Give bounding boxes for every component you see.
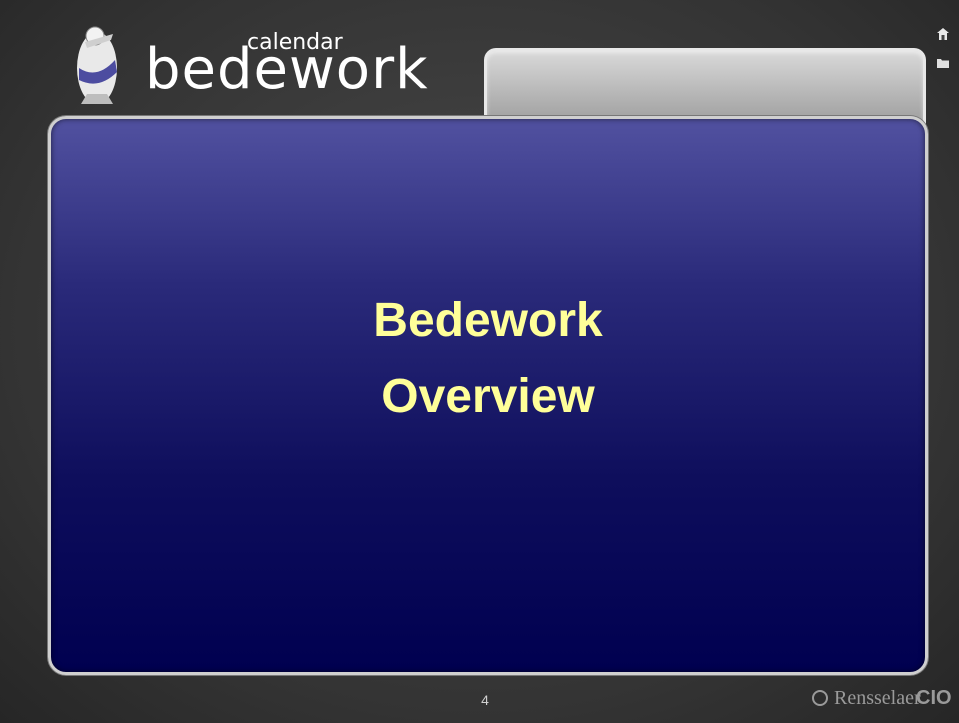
page-number: 4 bbox=[481, 692, 489, 708]
logo-wordmark: bedework bbox=[145, 37, 429, 102]
bedework-logo: calendar bedework bbox=[65, 20, 445, 110]
slide-frame: calendar bedework Bedework Overview 4 Re… bbox=[0, 0, 959, 723]
footer-institution: Rensselaer bbox=[834, 687, 921, 709]
footer-cio: CIO bbox=[916, 687, 952, 709]
folder-icon[interactable] bbox=[936, 57, 950, 69]
slide-title-line-1: Bedework bbox=[373, 294, 603, 347]
rensselaer-seal-icon bbox=[812, 690, 828, 706]
home-icon[interactable] bbox=[936, 27, 950, 41]
monk-figure-icon bbox=[77, 26, 117, 104]
rensselaer-cio-logo: Rensselaer CIO bbox=[812, 686, 952, 712]
slide-title-line-2: Overview bbox=[381, 370, 595, 423]
